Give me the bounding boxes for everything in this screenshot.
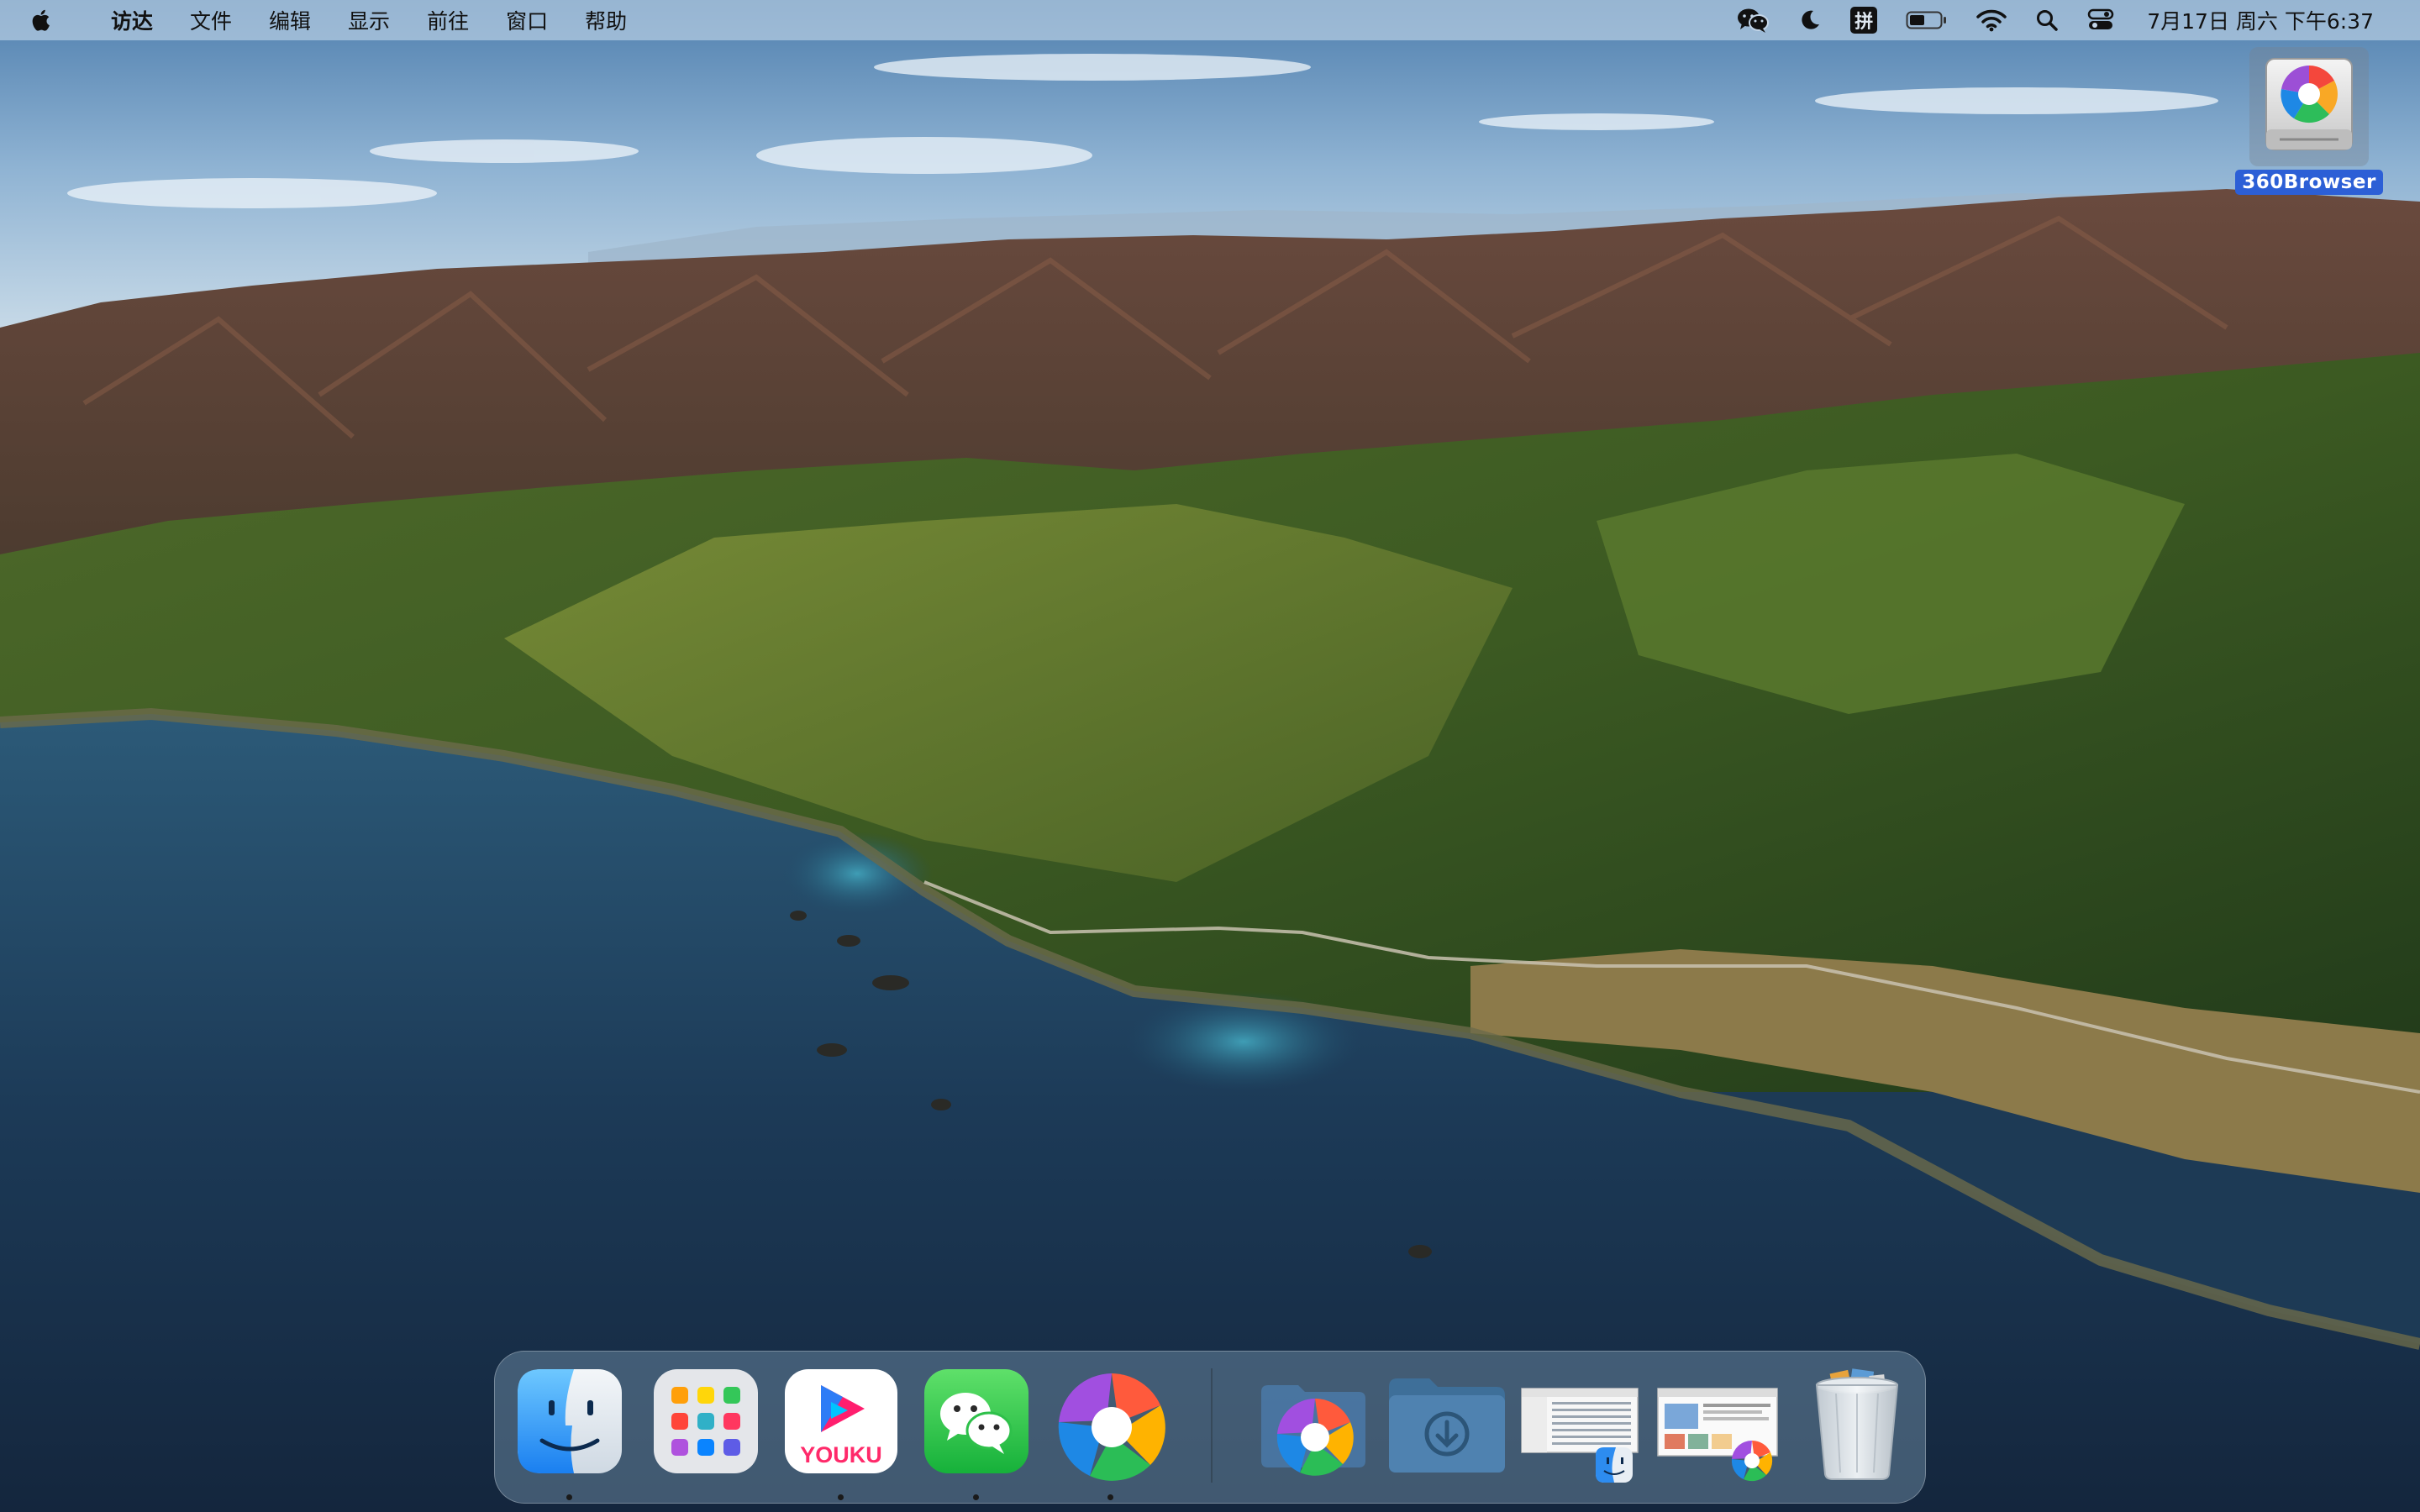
file-menu[interactable]: 文件 <box>171 0 250 40</box>
browser-window-thumbnail[interactable] <box>1653 1367 1779 1482</box>
search-icon[interactable] <box>2021 0 2073 40</box>
menu-bar-right: 拼 7月17日 周六 下午6:37 <box>1722 0 2420 40</box>
browser-360-running-indicator <box>1107 1494 1113 1500</box>
apple-menu-icon[interactable] <box>29 8 67 33</box>
desktop-wallpaper <box>0 0 2420 1512</box>
go-menu[interactable]: 前往 <box>408 0 487 40</box>
finder-icon[interactable] <box>515 1367 624 1476</box>
wechat-running-indicator <box>973 1494 979 1500</box>
menu-bar-left: 访达 文件 编辑 显示 前往 窗口 帮助 <box>0 0 645 40</box>
window-menu[interactable]: 窗口 <box>487 0 566 40</box>
battery-icon[interactable] <box>1891 0 1962 40</box>
input-method-label: 拼 <box>1850 7 1878 34</box>
disk-image-icon[interactable] <box>2249 47 2369 166</box>
desktop-drive-360browser[interactable]: 360Browser <box>2235 47 2383 195</box>
wifi-icon[interactable] <box>1962 0 2021 40</box>
downloads-folder-icon[interactable] <box>1386 1367 1505 1476</box>
dock-separator <box>1211 1368 1213 1483</box>
control-center-icon[interactable] <box>2073 0 2128 40</box>
view-menu[interactable]: 显示 <box>329 0 408 40</box>
menu-bar-clock[interactable]: 7月17日 周六 下午6:37 <box>2128 0 2388 40</box>
launchpad-icon[interactable] <box>651 1367 760 1476</box>
youku-running-indicator <box>838 1494 844 1500</box>
trash-icon[interactable] <box>1802 1367 1912 1480</box>
dock: YOUKU <box>494 1351 1926 1504</box>
finder-window-thumbnail[interactable] <box>1517 1367 1643 1483</box>
input-method-icon[interactable]: 拼 <box>1836 0 1891 40</box>
finder-running-indicator <box>566 1494 572 1500</box>
app-menu[interactable]: 访达 <box>92 0 171 40</box>
menu-bar: 访达 文件 编辑 显示 前往 窗口 帮助 拼 7月17日 周六 下午6:37 <box>0 0 2420 40</box>
moon-icon[interactable] <box>1784 0 1836 40</box>
youku-icon[interactable]: YOUKU <box>782 1367 897 1476</box>
drive-name-label[interactable]: 360Browser <box>2235 170 2383 195</box>
wechat-icon[interactable] <box>1722 0 1784 40</box>
wechat-icon[interactable] <box>922 1367 1031 1476</box>
help-menu[interactable]: 帮助 <box>566 0 645 40</box>
browser-360-icon[interactable] <box>1053 1367 1165 1481</box>
youku-label: YOUKU <box>800 1442 882 1467</box>
edit-menu[interactable]: 编辑 <box>250 0 329 40</box>
applications-stack-icon[interactable] <box>1256 1367 1365 1476</box>
